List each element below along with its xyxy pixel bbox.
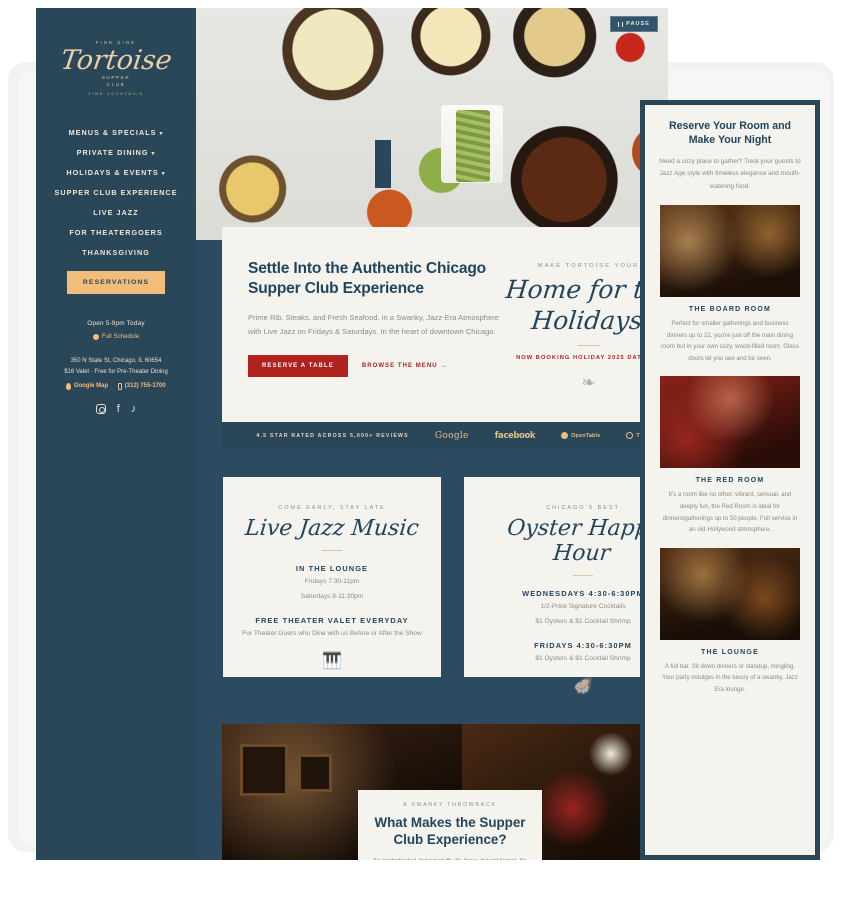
google-map-label: Google Map — [73, 383, 109, 390]
jazz-eyebrow: COME EARLY, STAY LATE — [278, 505, 386, 511]
facebook-logo[interactable]: facebook — [495, 431, 536, 441]
jazz-head-1: IN THE LOUNGE — [295, 564, 369, 573]
supper-club-experience-card: A SWANKY THROWBACK What Makes the Supper… — [358, 790, 542, 860]
jazz-sub-1a: Fridays 7:30-11pm — [304, 578, 360, 585]
lounge-description: A full bar. Sit down dinners or standup,… — [662, 662, 798, 693]
jazz-sub-2a: For Theater Goers who Dine with us Befor… — [242, 630, 422, 638]
phone-link[interactable]: (312) 755-1700 — [118, 382, 166, 390]
opentable-label: OpenTable — [571, 432, 601, 439]
map-pin-icon — [66, 382, 72, 390]
reserve-your-room-panel: Reserve Your Room and Make Your Night Ne… — [640, 100, 820, 860]
wall-frame-icon — [298, 754, 332, 792]
red-room-description: It's a room like no other: vibrant, sens… — [662, 491, 798, 534]
instagram-icon[interactable] — [95, 403, 106, 417]
red-room-title: THE RED ROOM — [695, 477, 765, 485]
phone-number: (312) 755-1700 — [124, 383, 166, 390]
hours-text: Open 5-9pm Today — [87, 320, 145, 327]
chevron-down-icon: ▾ — [151, 150, 156, 157]
hero-card-left: Settle Into the Authentic Chicago Supper… — [248, 259, 503, 422]
jazz-sub-1b: Saturdays 8-11:30pm — [300, 593, 364, 601]
screenshot-root: FINE DINE Tortoise SUPPER CLUB FINE COCK… — [0, 0, 850, 900]
logo-arc-bottom: FINE COCKTAILS — [88, 91, 144, 97]
bottom-paragraph: It's sophisticated, but not stuffy. It's… — [370, 856, 530, 861]
sidebar-item-private-dining[interactable]: PRIVATE DINING ▾ — [36, 142, 196, 162]
bottom-heading: What Makes the Supper Club Experience? — [374, 815, 526, 847]
oyster-happy-hour-card: CHICAGO'S BEST Oyster Happy Hour WEDNESD… — [464, 477, 668, 695]
hero-accent-bar — [375, 140, 392, 189]
board-room-photo — [660, 205, 800, 298]
page-title: Settle Into the Authentic Chicago Supper… — [248, 260, 486, 298]
logo-wordmark: Tortoise — [58, 44, 174, 76]
reserve-panel-heading: Reserve Your Room and Make Your Night — [668, 120, 792, 147]
chevron-down-icon: ▾ — [161, 170, 166, 177]
full-schedule-link[interactable]: Full Schedule — [36, 333, 196, 340]
board-room-title: THE BOARD ROOM — [688, 306, 772, 314]
reservations-button[interactable]: RESERVATIONS — [66, 271, 166, 294]
tiktok-icon[interactable]: ♪ — [131, 403, 137, 417]
phone-icon — [118, 382, 123, 390]
piano-sketch-icon: 🎹 — [322, 652, 342, 670]
nav-label: HOLIDAYS & EVENTS — [66, 167, 159, 177]
nav-label: MENUS & SPECIALS — [68, 127, 157, 137]
room-board-room[interactable]: THE BOARD ROOM Perfect for smaller gathe… — [657, 205, 803, 364]
jazz-head-2: FREE THEATER VALET EVERYDAY — [255, 616, 409, 626]
sidebar-item-live-jazz[interactable]: LIVE JAZZ — [36, 202, 196, 222]
google-logo[interactable]: Google — [435, 431, 469, 441]
hero-photo-dishes — [196, 8, 668, 240]
sidebar: FINE DINE Tortoise SUPPER CLUB FINE COCK… — [36, 8, 196, 860]
sidebar-item-thanksgiving[interactable]: THANKSGIVING — [36, 242, 196, 262]
sidebar-item-holidays-events[interactable]: HOLIDAYS & EVENTS ▾ — [36, 162, 196, 182]
hero-food-photo: PAUSE — [196, 8, 668, 240]
divider — [573, 575, 593, 576]
valet-note: $16 Valet · Free for Pre-Theater Dining — [64, 369, 168, 376]
pause-icon — [618, 21, 624, 27]
hero-content-card: Settle Into the Authentic Chicago Supper… — [222, 227, 668, 422]
website-viewport: FINE DINE Tortoise SUPPER CLUB FINE COCK… — [36, 8, 668, 860]
lounge-photo — [660, 547, 800, 640]
reviews-rating-text: 4.5 STAR RATED ACROSS 5,000+ REVIEWS — [256, 432, 409, 439]
opentable-icon — [561, 432, 569, 439]
reserve-a-table-button[interactable]: RESERVE A TABLE — [248, 354, 348, 377]
pause-label: PAUSE — [626, 21, 650, 27]
tripadvisor-icon — [626, 432, 634, 439]
board-room-description: Perfect for smaller gatherings and busin… — [661, 320, 799, 362]
contact-links: Google Map (312) 755-1700 — [36, 382, 196, 390]
sidebar-item-for-theatergoers[interactable]: FOR THEATERGOERS — [36, 222, 196, 242]
street-address: 350 N State St, Chicago, IL 60654 — [70, 358, 162, 364]
divider — [577, 345, 600, 346]
facebook-icon[interactable]: f — [117, 403, 120, 417]
live-jazz-card: COME EARLY, STAY LATE Live Jazz Music IN… — [223, 477, 441, 677]
room-red-room[interactable]: THE RED ROOM It's a room like no other: … — [657, 376, 803, 535]
site-logo[interactable]: FINE DINE Tortoise SUPPER CLUB FINE COCK… — [36, 32, 196, 104]
room-lounge[interactable]: THE LOUNGE A full bar. Sit down dinners … — [657, 547, 803, 696]
full-schedule-label: Full Schedule — [101, 333, 140, 340]
hero-cta-group: RESERVE A TABLE BROWSE THE MENU → — [248, 354, 503, 377]
logo-arc-top: FINE DINE — [95, 39, 137, 45]
opentable-logo[interactable]: OpenTable — [561, 432, 600, 439]
reserve-panel-paragraph: Need a cozy place to gather? Treat your … — [659, 157, 801, 190]
red-room-photo — [660, 376, 800, 469]
jazz-script-heading: Live Jazz Music — [243, 516, 421, 541]
sidebar-item-menus-specials[interactable]: MENUS & SPECIALS ▾ — [36, 122, 196, 142]
main-navigation: MENUS & SPECIALS ▾ PRIVATE DINING ▾ HOLI… — [36, 122, 196, 262]
clock-icon — [92, 333, 99, 340]
sidebar-item-supper-club-experience[interactable]: SUPPER CLUB EXPERIENCE — [36, 182, 196, 202]
pause-slideshow-button[interactable]: PAUSE — [610, 16, 658, 32]
nav-label: PRIVATE DINING — [76, 147, 149, 157]
reviews-bar: 4.5 STAR RATED ACROSS 5,000+ REVIEWS Goo… — [222, 422, 668, 449]
social-links: f ♪ — [36, 403, 196, 417]
chevron-down-icon: ▾ — [159, 130, 164, 137]
google-map-link[interactable]: Google Map — [66, 382, 109, 390]
browse-the-menu-link[interactable]: BROWSE THE MENU → — [362, 363, 448, 369]
divider — [322, 550, 342, 551]
hero-asparagus — [455, 110, 490, 183]
hero-paragraph: Prime Rib, Steaks, and Fresh Seafood, in… — [248, 312, 499, 336]
lounge-title: THE LOUNGE — [701, 648, 759, 656]
wall-frame-icon — [240, 744, 288, 796]
bottom-eyebrow: A SWANKY THROWBACK — [403, 802, 497, 808]
address-block: 350 N State St, Chicago, IL 60654 $16 Va… — [36, 356, 196, 379]
reserve-panel-inner: Reserve Your Room and Make Your Night Ne… — [645, 105, 815, 855]
logo-sub-2: CLUB — [106, 81, 126, 87]
